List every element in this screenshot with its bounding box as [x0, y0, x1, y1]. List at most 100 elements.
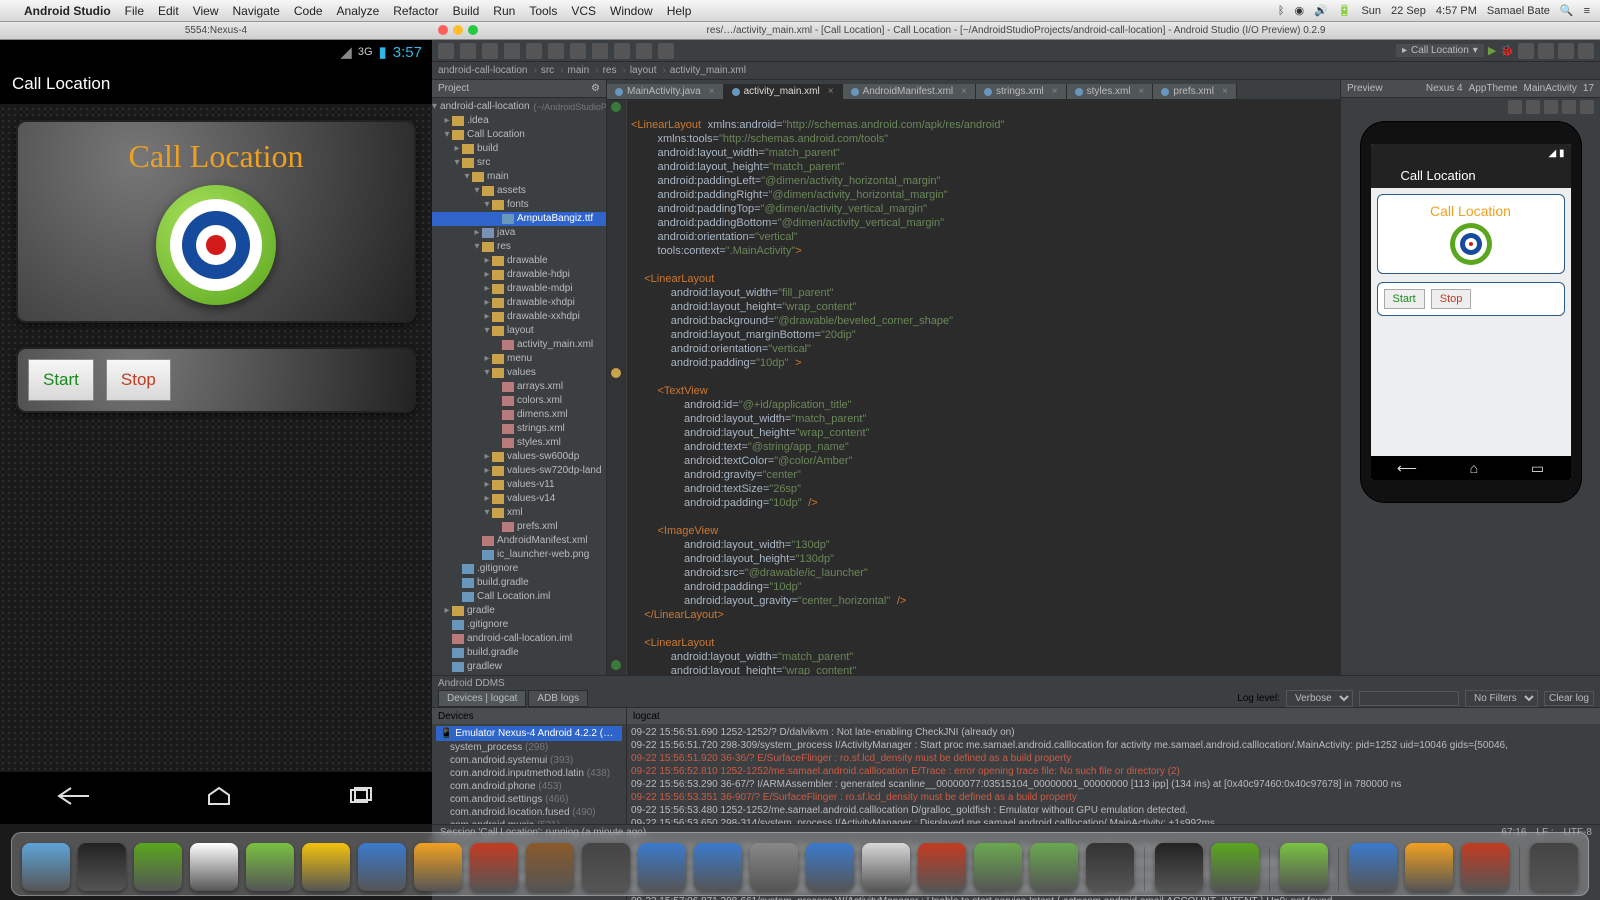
- menu-help[interactable]: Help: [667, 4, 692, 18]
- dock-app[interactable]: [1030, 843, 1078, 891]
- copy-icon[interactable]: [570, 43, 586, 59]
- dock-app[interactable]: [526, 843, 574, 891]
- redo-icon[interactable]: [526, 43, 542, 59]
- tree-node[interactable]: ▸values-v11: [432, 478, 606, 492]
- wifi-icon[interactable]: ◉: [1294, 4, 1304, 17]
- sdk-icon[interactable]: [1538, 43, 1554, 59]
- dock-app[interactable]: [750, 843, 798, 891]
- menubar-user[interactable]: Samael Bate: [1487, 5, 1550, 17]
- tree-node[interactable]: ▾res: [432, 240, 606, 254]
- spotlight-icon[interactable]: 🔍: [1560, 4, 1574, 17]
- zoom-out-icon[interactable]: [1544, 100, 1558, 114]
- tree-node[interactable]: ▸values-v14: [432, 492, 606, 506]
- dock-app[interactable]: [1155, 843, 1203, 891]
- run-config-selector[interactable]: ▸ Call Location ▾: [1396, 44, 1484, 57]
- minimize-icon[interactable]: [453, 25, 463, 35]
- zoom-fit-icon[interactable]: [1508, 100, 1522, 114]
- dock-app[interactable]: [190, 843, 238, 891]
- tree-node[interactable]: ▾values: [432, 366, 606, 380]
- code-editor[interactable]: <LinearLayout xmlns:android="http://sche…: [607, 100, 1340, 722]
- process-row[interactable]: com.android.inputmethod.latin (438): [436, 767, 622, 780]
- recents-button[interactable]: [347, 786, 375, 811]
- tree-node[interactable]: ▸build: [432, 142, 606, 156]
- tree-node[interactable]: ▾assets: [432, 184, 606, 198]
- editor-tab[interactable]: prefs.xml×: [1153, 84, 1236, 99]
- tree-node[interactable]: AndroidManifest.xml: [432, 534, 606, 548]
- dock[interactable]: [11, 832, 1589, 896]
- tab-devices-logcat[interactable]: Devices | logcat: [438, 690, 526, 707]
- process-row[interactable]: com.android.systemui (393): [436, 754, 622, 767]
- ide-titlebar[interactable]: res/…/activity_main.xml - [Call Location…: [432, 22, 1600, 40]
- menu-edit[interactable]: Edit: [158, 4, 179, 18]
- tree-node[interactable]: strings.xml: [432, 422, 606, 436]
- zoom-icon[interactable]: [468, 25, 478, 35]
- paste-icon[interactable]: [592, 43, 608, 59]
- bluetooth-icon[interactable]: ᛒ: [1278, 5, 1285, 17]
- debug-icon[interactable]: 🐞: [1500, 44, 1514, 57]
- tree-node[interactable]: ▾fonts: [432, 198, 606, 212]
- help-icon[interactable]: [1578, 43, 1594, 59]
- device-row[interactable]: 📱 Emulator Nexus-4 Android 4.2.2 (API 17…: [436, 726, 622, 741]
- menu-refactor[interactable]: Refactor: [393, 4, 438, 18]
- stop-button[interactable]: Stop: [106, 359, 171, 401]
- preview-device[interactable]: Nexus 4: [1426, 83, 1463, 94]
- breadcrumb-bar[interactable]: android-call-location src main res layou…: [432, 62, 1600, 80]
- editor-tabs[interactable]: MainActivity.java×activity_main.xml×Andr…: [607, 80, 1340, 100]
- zoom-in-icon[interactable]: [1526, 100, 1540, 114]
- process-row[interactable]: system_process (298): [436, 741, 622, 754]
- menu-navigate[interactable]: Navigate: [232, 4, 279, 18]
- ddms-icon[interactable]: [1558, 43, 1574, 59]
- editor-tab[interactable]: strings.xml×: [976, 84, 1067, 99]
- menubar-app-name[interactable]: Android Studio: [24, 4, 111, 18]
- dock-app[interactable]: [1280, 843, 1328, 891]
- dock-app[interactable]: [134, 843, 182, 891]
- dock-app[interactable]: [22, 843, 70, 891]
- dock-app[interactable]: [974, 843, 1022, 891]
- dock-app[interactable]: [414, 843, 462, 891]
- dock-app[interactable]: [638, 843, 686, 891]
- emulator-titlebar[interactable]: 5554:Nexus-4: [0, 22, 432, 40]
- sync-icon[interactable]: [482, 43, 498, 59]
- project-root[interactable]: ▾android-call-location(~/AndroidStudioPr…: [432, 100, 606, 114]
- menu-vcs[interactable]: VCS: [571, 4, 596, 18]
- menu-build[interactable]: Build: [453, 4, 480, 18]
- tree-node[interactable]: Call Location.iml: [432, 590, 606, 604]
- menu-window[interactable]: Window: [610, 4, 653, 18]
- dock-app[interactable]: [1211, 843, 1259, 891]
- tree-node[interactable]: activity_main.xml: [432, 338, 606, 352]
- tree-node[interactable]: AmputaBangiz.ttf: [432, 212, 606, 226]
- menu-code[interactable]: Code: [294, 4, 323, 18]
- tree-node[interactable]: dimens.xml: [432, 408, 606, 422]
- start-button[interactable]: Start: [28, 359, 94, 401]
- dock-app[interactable]: [862, 843, 910, 891]
- battery-icon[interactable]: 🔋: [1338, 4, 1352, 17]
- tree-node[interactable]: ▾xml: [432, 506, 606, 520]
- settings-icon[interactable]: [1580, 100, 1594, 114]
- preview-theme[interactable]: AppTheme: [1469, 83, 1518, 94]
- menu-tools[interactable]: Tools: [529, 4, 557, 18]
- tree-node[interactable]: .gitignore: [432, 618, 606, 632]
- menubar-time[interactable]: 4:57 PM: [1436, 5, 1477, 17]
- dock-app[interactable]: [302, 843, 350, 891]
- notification-center-icon[interactable]: ≡: [1584, 5, 1590, 17]
- mac-menubar[interactable]: Android Studio File Edit View Navigate C…: [0, 0, 1600, 22]
- dock-app[interactable]: [1461, 843, 1509, 891]
- tree-node[interactable]: ▸drawable-hdpi: [432, 268, 606, 282]
- dock-app[interactable]: [918, 843, 966, 891]
- tree-node[interactable]: ▾src: [432, 156, 606, 170]
- tree-node[interactable]: build.gradle: [432, 576, 606, 590]
- dock-app[interactable]: [1086, 843, 1134, 891]
- process-row[interactable]: com.android.phone (453): [436, 780, 622, 793]
- menubar-day[interactable]: Sun: [1361, 5, 1381, 17]
- home-button[interactable]: [205, 786, 233, 811]
- process-row[interactable]: com.android.location.fused (490): [436, 806, 622, 819]
- undo-icon[interactable]: [504, 43, 520, 59]
- tree-node[interactable]: ▸gradle: [432, 604, 606, 618]
- save-icon[interactable]: [460, 43, 476, 59]
- avd-icon[interactable]: [1518, 43, 1534, 59]
- project-panel[interactable]: Project⚙ ▾android-call-location(~/Androi…: [432, 80, 607, 740]
- tab-adb-logs[interactable]: ADB logs: [528, 690, 588, 707]
- dock-app[interactable]: [470, 843, 518, 891]
- logcat-search[interactable]: [1359, 691, 1459, 706]
- clear-log-button[interactable]: Clear log: [1544, 691, 1594, 706]
